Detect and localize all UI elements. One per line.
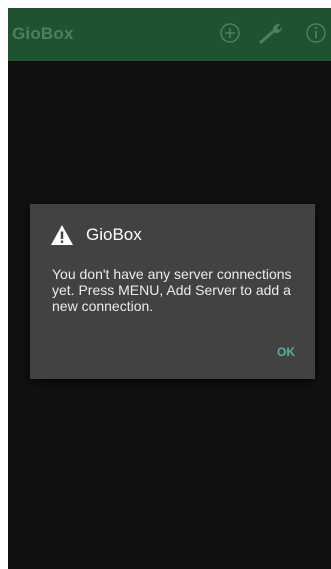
app-screen: GioBox GioBox You don't have any server … xyxy=(8,8,331,569)
dialog-title: GioBox xyxy=(86,225,142,244)
warning-icon xyxy=(51,225,73,245)
app-bar: GioBox xyxy=(8,8,331,61)
info-icon[interactable] xyxy=(304,21,328,45)
ok-button[interactable]: OK xyxy=(271,341,301,363)
add-circle-icon[interactable] xyxy=(218,21,242,45)
wrench-icon[interactable] xyxy=(258,21,283,45)
alert-dialog: GioBox You don't have any server connect… xyxy=(30,204,315,379)
dialog-header: GioBox xyxy=(50,221,142,249)
dialog-message: You don't have any server connections ye… xyxy=(52,266,292,314)
app-title: GioBox xyxy=(12,24,74,43)
